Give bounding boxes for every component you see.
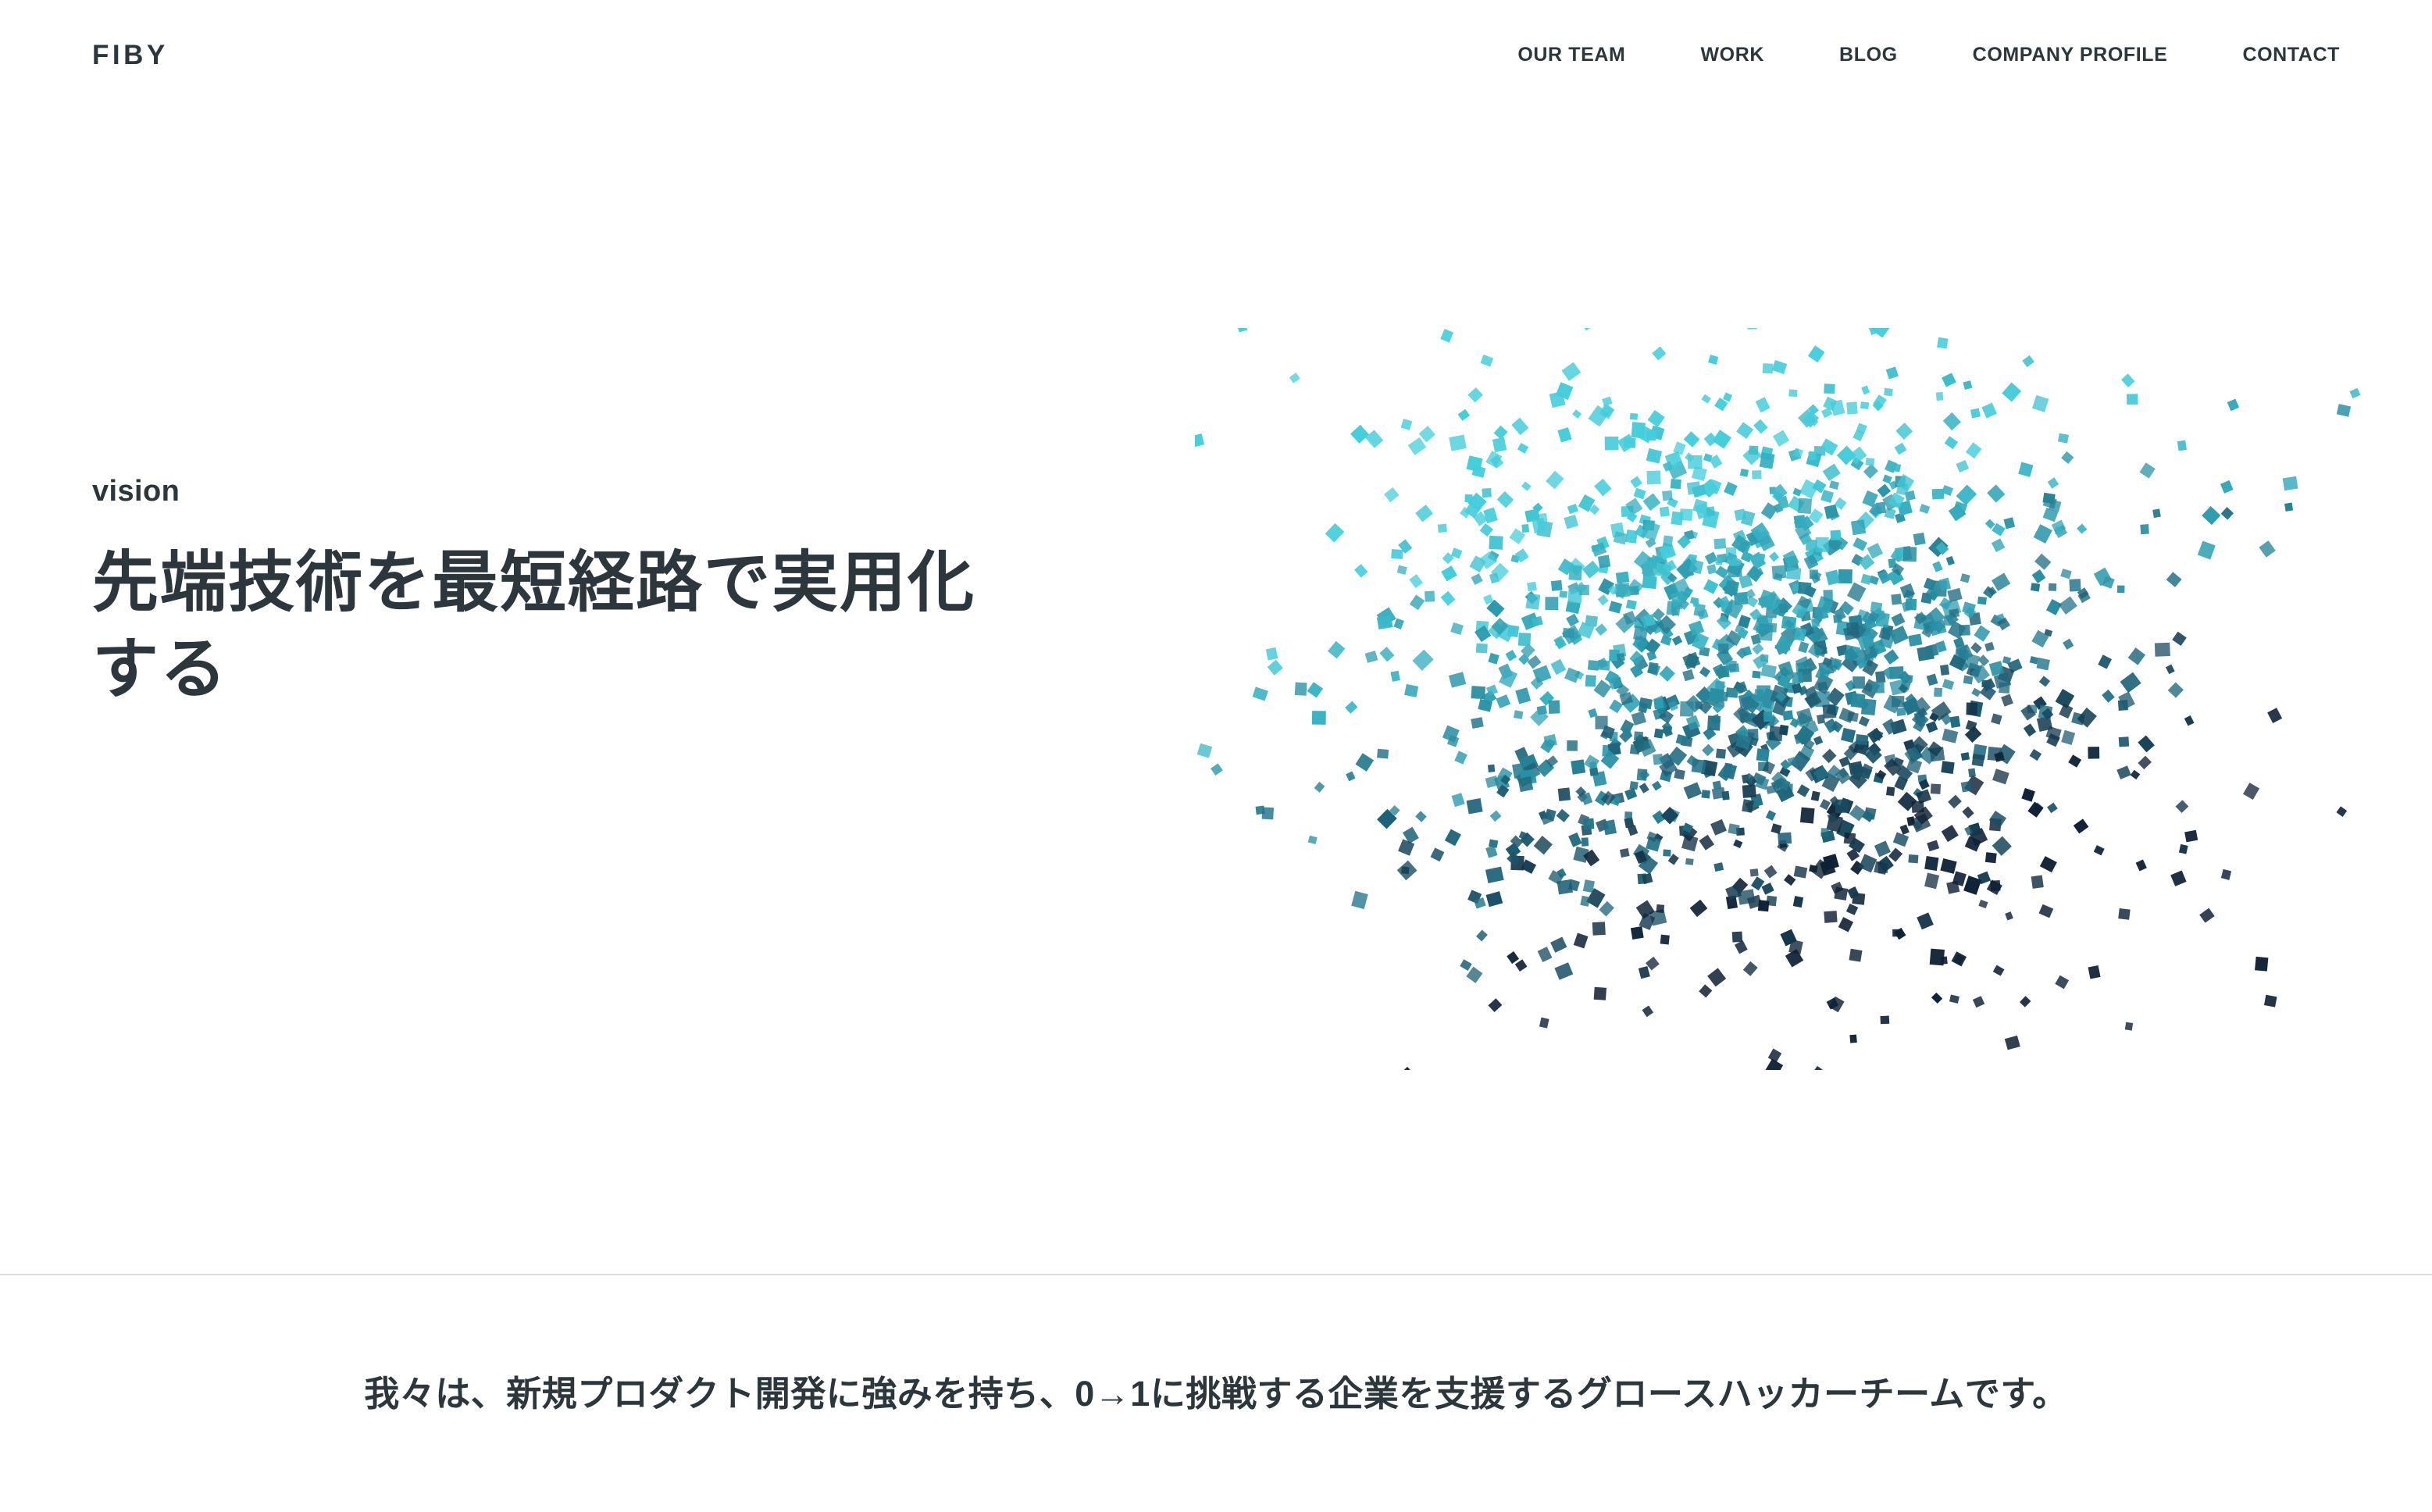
nav-item-our-team[interactable]: OUR TEAM <box>1517 36 1625 74</box>
site-logo[interactable]: FIBY <box>92 41 169 69</box>
hero-eyebrow-label: vision <box>92 475 180 508</box>
main-navigation: OUR TEAM WORK BLOG COMPANY PROFILE CONTA… <box>1517 36 2340 74</box>
hero-headline: 先端技術を最短経路で実用化 する <box>92 546 976 707</box>
nav-item-company-profile[interactable]: COMPANY PROFILE <box>1973 36 2168 74</box>
particle-cloud-svg <box>1195 328 2361 1070</box>
particle-cloud-graphic <box>1195 328 2366 1070</box>
nav-item-contact[interactable]: CONTACT <box>2242 36 2340 74</box>
tagline-section: 我々は、新規プロダクト開発に強みを持ち、0→1に挑戦する企業を支援するグロースハ… <box>0 1275 2432 1512</box>
nav-item-blog[interactable]: BLOG <box>1839 36 1898 74</box>
hero-copy: vision 先端技術を最短経路で実用化 する <box>92 476 1225 713</box>
page-root: FIBY OUR TEAM WORK BLOG COMPANY PROFILE … <box>0 0 2432 1512</box>
nav-item-work[interactable]: WORK <box>1700 36 1764 74</box>
site-header: FIBY OUR TEAM WORK BLOG COMPANY PROFILE … <box>0 0 2432 109</box>
hero-section: vision 先端技術を最短経路で実用化 する <box>0 109 2432 1274</box>
company-tagline: 我々は、新規プロダクト開発に強みを持ち、0→1に挑戦する企業を支援するグロースハ… <box>364 1373 2068 1414</box>
